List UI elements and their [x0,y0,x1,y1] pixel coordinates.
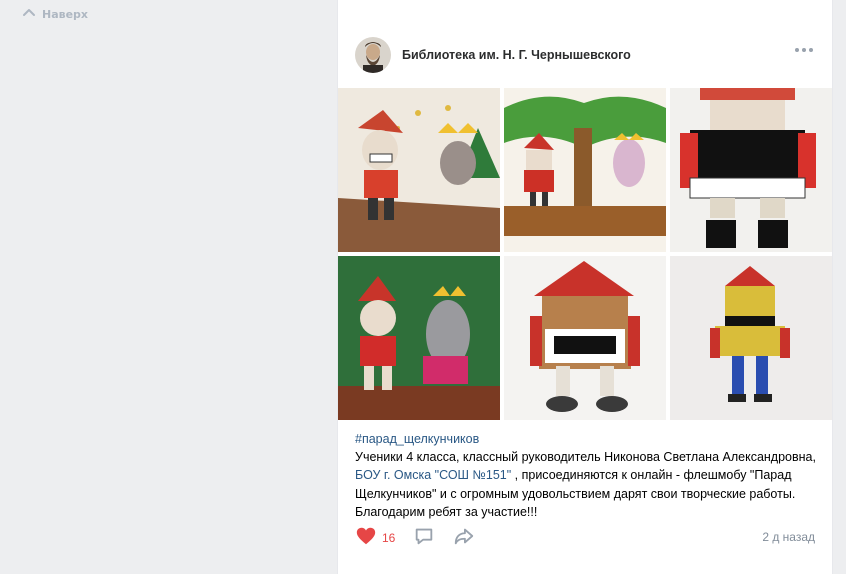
photo-nutcracker-mouse-king-green[interactable] [338,256,500,420]
back-to-top-label: Наверх [42,8,89,21]
avatar[interactable] [355,37,391,73]
photo-nutcracker-yellow-blue[interactable] [670,256,832,420]
comment-icon [413,525,435,551]
photo-nutcracker-tree-mouse[interactable] [504,88,666,252]
post-author[interactable]: Библиотека им. Н. Г. Чернышевского [402,48,631,62]
post-actions: 16 2 д назад [355,526,817,550]
back-to-top[interactable]: Наверх [0,0,322,574]
share-icon [453,525,475,551]
post-body: Ученики 4 класса, классный руководитель … [355,448,820,521]
post-text: #парад_щелкунчиков Ученики 4 класса, кла… [355,430,820,521]
heart-icon [355,525,377,551]
post-timestamp[interactable]: 2 д назад [762,530,815,544]
school-link[interactable]: БОУ г. Омска "СОШ №151" [355,468,511,482]
like-button[interactable]: 16 [355,525,395,551]
post-header: Библиотека им. Н. Г. Чернышевского [355,36,817,74]
photo-nutcracker-brown-face[interactable] [504,256,666,420]
chevron-up-icon [22,6,36,23]
page: Наверх Библиотека им. Н. Г. Чернышевског… [0,0,846,574]
more-options-icon[interactable] [795,48,813,52]
likes-count: 16 [382,531,396,545]
share-button[interactable] [453,525,475,551]
post-text-start: Ученики 4 класса, классный руководитель … [355,450,816,465]
photo-nutcracker-mice-kings[interactable] [338,88,500,252]
photo-nutcracker-big-face[interactable] [670,88,832,252]
comment-button[interactable] [413,525,435,551]
hashtag-link[interactable]: #парад_щелкунчиков [355,430,820,448]
photo-grid [338,88,832,420]
